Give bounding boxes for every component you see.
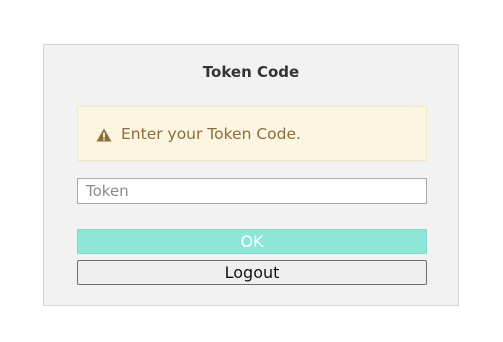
warning-icon bbox=[96, 127, 112, 141]
ok-button[interactable]: OK bbox=[77, 229, 427, 254]
token-alert: Enter your Token Code. bbox=[77, 106, 427, 161]
token-input[interactable] bbox=[77, 178, 427, 204]
alert-message: Enter your Token Code. bbox=[121, 124, 301, 143]
logout-button[interactable]: Logout bbox=[77, 260, 427, 285]
dialog-title: Token Code bbox=[202, 63, 300, 81]
token-dialog: Token Code Enter your Token Code. OK Log… bbox=[43, 44, 459, 306]
